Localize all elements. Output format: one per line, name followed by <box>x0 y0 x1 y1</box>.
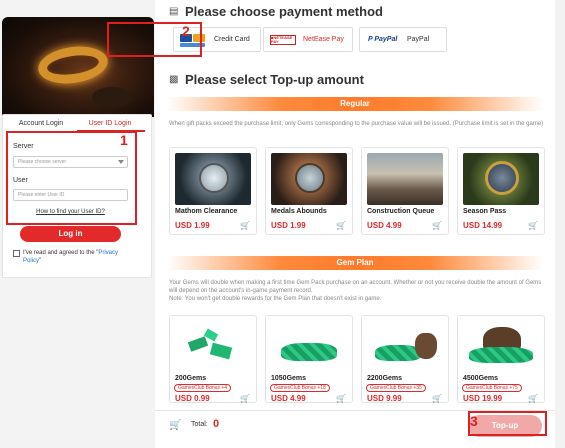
agree-text-start: I've read and agreed to the " <box>23 250 99 256</box>
cart-icon: 🛒 <box>240 394 250 403</box>
gem-price: USD 9.99 <box>367 394 402 403</box>
highlight-box-1 <box>6 131 137 225</box>
product-card-medals[interactable]: Medals Abounds USD 1.99 🛒 <box>265 147 353 235</box>
cart-icon: 🛒 <box>336 394 346 403</box>
gem-plan-note: Your Gems will double when making a firs… <box>169 280 542 302</box>
ring-artwork <box>35 42 111 88</box>
bonus-badge: GamesClub Bonus +4 <box>174 384 232 392</box>
bonus-badge: GamesClub Bonus +75 <box>462 384 522 392</box>
tab-account-login[interactable]: Account Login <box>8 117 74 131</box>
netease-pay-icon: ■NETEASE PAY <box>270 35 296 45</box>
gem-card-2200[interactable]: 2200Gems GamesClub Bonus +35 USD 9.99 🛒 <box>361 315 449 403</box>
gem-card-4500[interactable]: 4500Gems GamesClub Bonus +75 USD 19.99 🛒 <box>457 315 545 403</box>
payment-netease-pay[interactable]: ■NETEASE PAY NetEase Pay <box>263 27 353 52</box>
gem-card-200[interactable]: 200Gems GamesClub Bonus +4 USD 0.99 🛒 <box>169 315 257 403</box>
medal-artwork <box>295 163 325 193</box>
payment-paypal[interactable]: P PayPal PayPal <box>359 27 447 52</box>
gem-pile-artwork <box>469 347 533 363</box>
product-price: USD 1.99 <box>271 221 306 230</box>
annotation-badge-1: 1 <box>120 132 128 148</box>
emblem-artwork <box>485 161 519 195</box>
product-price: USD 14.99 <box>463 221 503 230</box>
agree-checkbox[interactable] <box>13 250 20 257</box>
season-pass-image <box>463 153 539 205</box>
stone-artwork <box>92 87 132 107</box>
cart-icon: 🛒 <box>169 420 182 431</box>
login-button[interactable]: Log in <box>20 226 121 242</box>
mathom-image <box>175 153 251 205</box>
product-card-construction[interactable]: Construction Queue USD 4.99 🛒 <box>361 147 449 235</box>
gem-plan-section-bar: Gem Plan <box>167 256 543 270</box>
coin-artwork <box>199 163 229 193</box>
product-card-season-pass[interactable]: Season Pass USD 14.99 🛒 <box>457 147 545 235</box>
gem-artwork <box>187 336 209 352</box>
paypal-label: PayPal <box>407 36 430 43</box>
cart-icon: 🛒 <box>528 221 538 230</box>
total-value: 0 <box>213 418 220 430</box>
annotation-badge-3: 3 <box>470 413 478 429</box>
agree-text: I've read and agreed to the "Privacy Pol… <box>23 249 133 265</box>
gem-price: USD 4.99 <box>271 394 306 403</box>
paypal-icon: P PayPal <box>368 36 398 43</box>
topup-title: Please select Top-up amount <box>185 72 364 87</box>
gem-price: USD 0.99 <box>175 394 210 403</box>
regular-section-bar: Regular <box>167 97 543 111</box>
product-card-mathom[interactable]: Mathom Clearance USD 1.99 🛒 <box>169 147 257 235</box>
product-name: Season Pass <box>463 208 507 215</box>
product-price: USD 4.99 <box>367 221 402 230</box>
gems-2200-image <box>367 321 443 373</box>
credit-card-label: Credit Card <box>214 36 250 43</box>
regular-note: When gift packs exceed the purchase limi… <box>169 121 544 127</box>
cart-icon: 🛒 <box>432 221 442 230</box>
tab-user-id-login[interactable]: User ID Login <box>77 117 143 131</box>
gem-name: 4500Gems <box>463 375 499 382</box>
netease-pay-label: NetEase Pay <box>303 36 344 43</box>
bonus-badge: GamesClub Bonus +35 <box>366 384 426 392</box>
product-price: USD 1.99 <box>175 221 210 230</box>
gem-price: USD 19.99 <box>463 394 503 403</box>
highlight-box-3 <box>468 411 547 436</box>
payment-title: Please choose payment method <box>185 4 383 19</box>
construction-image <box>367 153 443 205</box>
gem-artwork <box>209 342 233 360</box>
medals-image <box>271 153 347 205</box>
gem-name: 200Gems <box>175 375 207 382</box>
product-name: Mathom Clearance <box>175 208 238 215</box>
agree-text-end: " <box>39 258 42 264</box>
product-name: Medals Abounds <box>271 208 327 215</box>
gem-name: 1050Gems <box>271 375 307 382</box>
bonus-badge: GamesClub Bonus +18 <box>270 384 330 392</box>
total-label: Total: <box>191 421 208 428</box>
gem-name: 2200Gems <box>367 375 403 382</box>
coins-icon: ▩ <box>169 74 179 85</box>
gem-pile-artwork <box>281 343 337 361</box>
gems-200-image <box>175 321 251 373</box>
gems-1050-image <box>271 321 347 373</box>
gems-4500-image <box>463 321 539 373</box>
cart-icon: 🛒 <box>240 221 250 230</box>
product-name: Construction Queue <box>367 208 435 215</box>
cart-icon: 🛒 <box>528 394 538 403</box>
main-panel: ▤ Please choose payment method Credit Ca… <box>155 0 555 448</box>
gem-card-1050[interactable]: 1050Gems GamesClub Bonus +18 USD 4.99 🛒 <box>265 315 353 403</box>
annotation-badge-2: 2 <box>182 23 190 39</box>
cart-icon: 🛒 <box>432 394 442 403</box>
pouch-artwork <box>415 333 437 359</box>
cart-icon: 🛒 <box>336 221 346 230</box>
wallet-icon: ▤ <box>169 6 179 17</box>
